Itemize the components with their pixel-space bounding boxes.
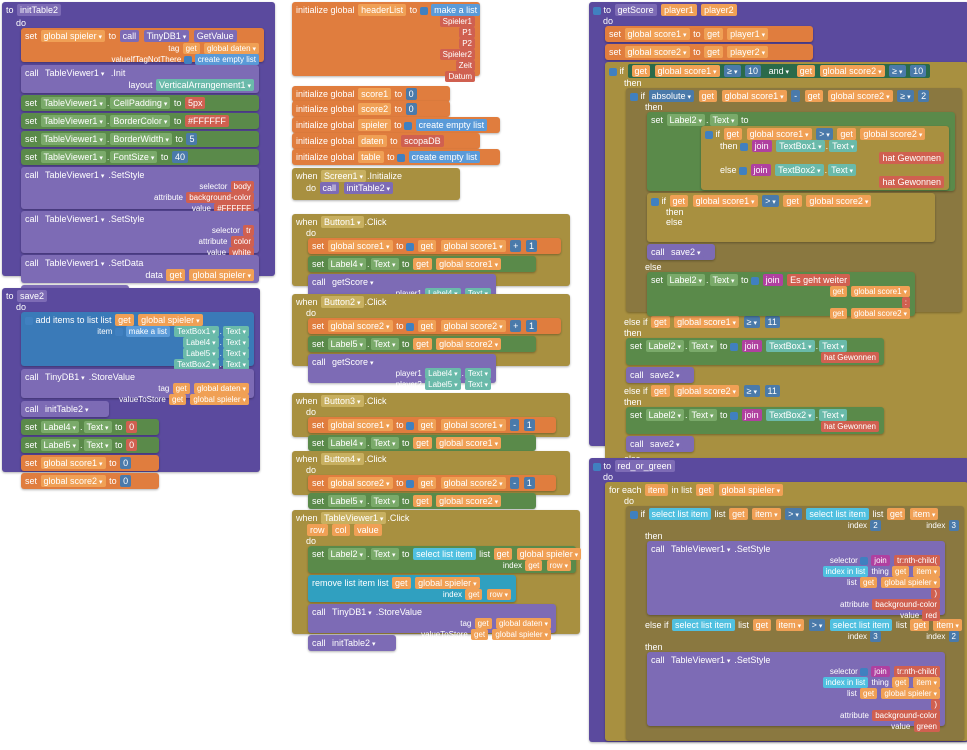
additems[interactable]: add items to list list get global spiele…	[21, 312, 254, 366]
rg-style-red[interactable]: call TableViewer1.SetStyle selector join…	[647, 541, 945, 615]
gs-elif1-set[interactable]: set Label2.Text to join TextBox1.Text ha…	[626, 338, 884, 365]
init-s2[interactable]: initialize global score2 to 0	[292, 101, 450, 117]
tvclick-remove[interactable]: remove list item list get global spieler…	[308, 575, 516, 602]
tvclick[interactable]: when TableViewer1.Click row col value do…	[292, 510, 580, 634]
tvclick-init[interactable]: call initTable2	[308, 635, 396, 651]
proc-name: initTable2	[17, 4, 61, 16]
tvclick-setl2[interactable]: set Label2.Text to select list item list…	[308, 546, 576, 573]
btn2-set[interactable]: set global score2 to get global score2 +…	[308, 318, 561, 334]
init-headerlist[interactable]: initialize global headerList to make a l…	[292, 2, 480, 76]
fsize[interactable]: set TableViewer1.FontSize to 40	[21, 149, 259, 165]
btn4-setl5[interactable]: set Label5.Text to get global score2	[308, 493, 536, 509]
gs-set1[interactable]: set global score1 to get player1	[605, 26, 813, 42]
bcolor[interactable]: set TableViewer1.BorderColor to #FFFFFF	[21, 113, 259, 129]
callinit[interactable]: call initTable2	[21, 401, 109, 417]
btn4-set[interactable]: set global score2 to get global score2 -…	[308, 475, 556, 491]
style2[interactable]: call TableViewer1.SetStyle selector tr a…	[21, 211, 259, 253]
cellpad[interactable]: set TableViewer1.CellPadding to 5px	[21, 95, 259, 111]
proc-initTable2[interactable]: to initTable2 do set global spieler to c…	[2, 2, 275, 276]
btn3-click[interactable]: when Button3.Click do set global score1 …	[292, 393, 570, 437]
tinystore[interactable]: call TinyDB1.StoreValue tag get global d…	[21, 369, 254, 398]
setl5[interactable]: set Label5.Text to 0	[21, 437, 159, 453]
init-s1[interactable]: initialize global score1 to 0	[292, 86, 450, 102]
proc-getScore[interactable]: to getScore player1 player2 do set globa…	[589, 2, 967, 446]
gs-else1[interactable]: set Label2.Text to join Es geht weiter g…	[647, 272, 915, 316]
gs-callsave1[interactable]: call save2	[647, 244, 715, 260]
init-table[interactable]: initialize global table to create empty …	[292, 149, 500, 165]
init-daten[interactable]: initialize global daten to scopaDB	[292, 133, 480, 149]
proc-to: to	[6, 5, 14, 15]
do-label: do	[16, 18, 26, 28]
btn3-set[interactable]: set global score1 to get global score1 -…	[308, 417, 556, 433]
gs-if4[interactable]: if get global score1 > get global score2…	[647, 193, 935, 242]
rg-style-green[interactable]: call TableViewer1.SetStyle selector join…	[647, 652, 945, 726]
gs-if3[interactable]: if get global score1 > get global score2…	[701, 126, 949, 190]
btn2-setl5[interactable]: set Label5.Text to get global score2	[308, 336, 536, 352]
btn3-setl4[interactable]: set Label4.Text to get global score1	[308, 435, 536, 451]
proc-save2[interactable]: to save2 do add items to list list get g…	[2, 288, 260, 472]
gs-elif1-call[interactable]: call save2	[626, 367, 694, 383]
gs-elif2-call[interactable]: call save2	[626, 436, 694, 452]
rg-if[interactable]: if select list item list get item > sele…	[626, 506, 964, 740]
gs-if2[interactable]: if absolute get global score1 - get glob…	[626, 88, 962, 312]
setl4[interactable]: set Label4.Text to 0	[21, 419, 159, 435]
gs-if1[interactable]: if get global score1 ≥ 10 and get global…	[605, 62, 967, 461]
set-spieler[interactable]: set global spieler to call TinyDB1 GetVa…	[21, 28, 264, 62]
btn1-click[interactable]: when Button1.Click do set global score1 …	[292, 214, 570, 286]
style1[interactable]: call TableViewer1.SetStyle selector body…	[21, 167, 259, 209]
rg-for[interactable]: for each item in list get global spieler…	[605, 482, 967, 741]
btn1-set[interactable]: set global score1 to get global score1 +…	[308, 238, 561, 254]
init-spieler[interactable]: initialize global spieler to create empt…	[292, 117, 500, 133]
tvclick-store[interactable]: call TinyDB1.StoreValue tag get global d…	[308, 604, 556, 633]
proc-redgreen[interactable]: to red_or_green do for each item in list…	[589, 458, 967, 742]
sets2[interactable]: set global score2 to 0	[21, 473, 159, 489]
btn1-setl4[interactable]: set Label4.Text to get global score1	[308, 256, 536, 272]
btn2-click[interactable]: when Button2.Click do set global score2 …	[292, 294, 570, 366]
gs-setl2-a[interactable]: set Label2.Text to if get global score1 …	[647, 112, 955, 191]
tv1-init[interactable]: call TableViewer1 .Init layout VerticalA…	[21, 65, 259, 93]
gs-elif2-set[interactable]: set Label2.Text to join TextBox2.Text ha…	[626, 407, 884, 434]
screen-init[interactable]: when Screen1.Initialize do call initTabl…	[292, 168, 460, 200]
sets1[interactable]: set global score1 to 0	[21, 455, 159, 471]
btn4-click[interactable]: when Button4.Click do set global score2 …	[292, 451, 570, 495]
btn2-getscore[interactable]: call getScore player1 Label4.Text player…	[308, 354, 496, 383]
setdata[interactable]: call TableViewer1.SetData data get globa…	[21, 255, 259, 283]
bwidth[interactable]: set TableViewer1.BorderWidth to 5	[21, 131, 259, 147]
gs-set2[interactable]: set global score2 to get player2	[605, 44, 813, 60]
